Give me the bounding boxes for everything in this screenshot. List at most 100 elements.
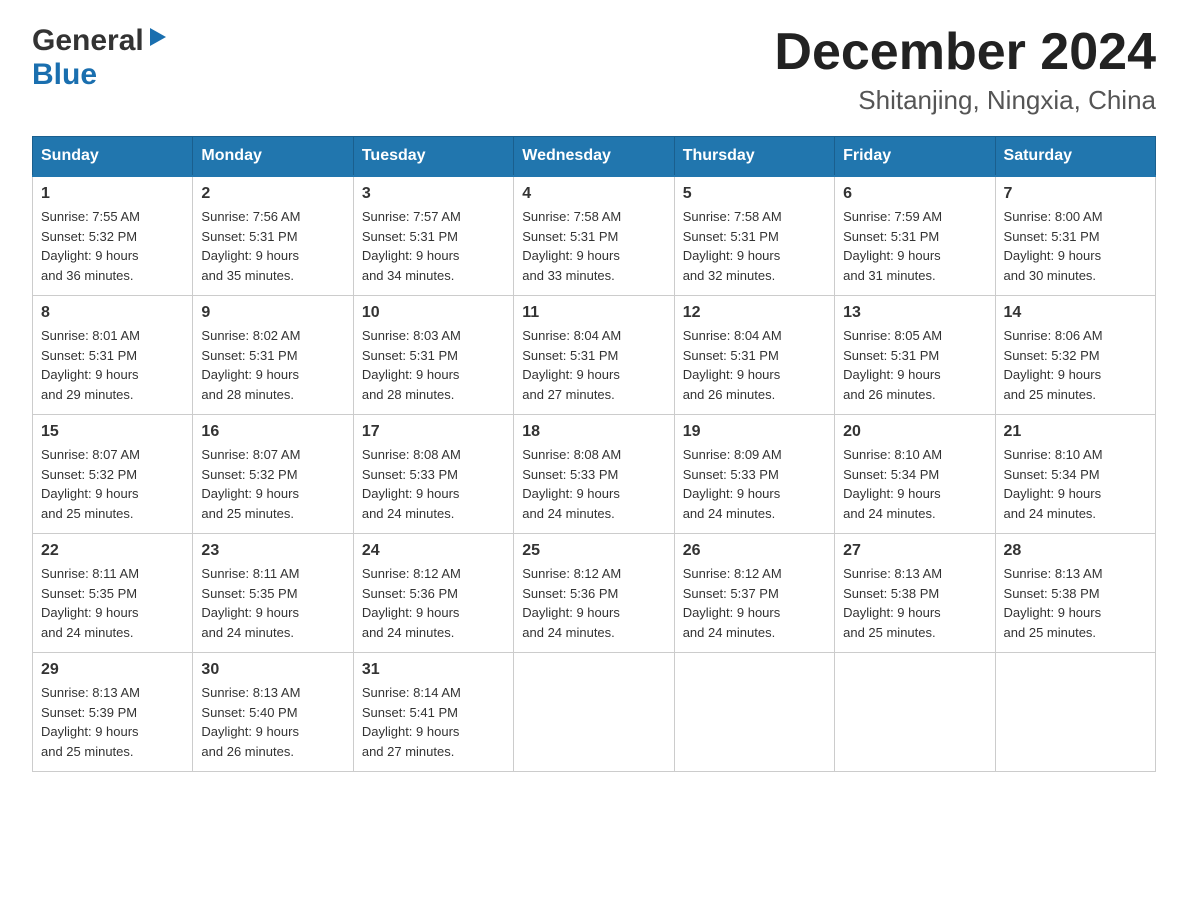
day-info: Sunrise: 7:56 AMSunset: 5:31 PMDaylight:… bbox=[201, 207, 344, 285]
logo-triangle-icon bbox=[146, 26, 168, 48]
daylight-label: Daylight: 9 hours bbox=[843, 367, 941, 382]
daylight-label: Daylight: 9 hours bbox=[683, 367, 781, 382]
day-info: Sunrise: 8:07 AMSunset: 5:32 PMDaylight:… bbox=[201, 445, 344, 523]
header-day-monday: Monday bbox=[193, 137, 353, 177]
day-number: 16 bbox=[201, 423, 344, 441]
daylight-minutes: and 27 minutes. bbox=[522, 387, 615, 402]
daylight-minutes: and 24 minutes. bbox=[522, 506, 615, 521]
daylight-label: Daylight: 9 hours bbox=[843, 486, 941, 501]
daylight-minutes: and 29 minutes. bbox=[41, 387, 134, 402]
calendar-cell: 12Sunrise: 8:04 AMSunset: 5:31 PMDayligh… bbox=[674, 296, 834, 415]
sunrise-label: Sunrise: 8:08 AM bbox=[522, 447, 621, 462]
daylight-label: Daylight: 9 hours bbox=[201, 367, 299, 382]
daylight-label: Daylight: 9 hours bbox=[41, 486, 139, 501]
daylight-minutes: and 25 minutes. bbox=[201, 506, 294, 521]
daylight-minutes: and 24 minutes. bbox=[683, 506, 776, 521]
day-number: 26 bbox=[683, 542, 826, 560]
calendar-cell: 26Sunrise: 8:12 AMSunset: 5:37 PMDayligh… bbox=[674, 534, 834, 653]
day-number: 19 bbox=[683, 423, 826, 441]
calendar-cell: 16 Sunrise: 8:07 AMSunset: 5:32 PMDayligh… bbox=[193, 415, 353, 534]
calendar-cell: 22Sunrise: 8:11 AMSunset: 5:35 PMDayligh… bbox=[33, 534, 193, 653]
day-number: 22 bbox=[41, 542, 184, 560]
daylight-minutes: and 25 minutes. bbox=[1004, 625, 1097, 640]
sunrise-label: Sunrise: 8:12 AM bbox=[362, 566, 461, 581]
sunrise-label: Sunrise: 7:58 AM bbox=[522, 209, 621, 224]
sunrise-label: Sunrise: 8:10 AM bbox=[843, 447, 942, 462]
sunset-label: Sunset: 5:35 PM bbox=[201, 586, 297, 601]
calendar-cell: 28Sunrise: 8:13 AMSunset: 5:38 PMDayligh… bbox=[995, 534, 1155, 653]
sunrise-label: Sunrise: 7:58 AM bbox=[683, 209, 782, 224]
daylight-label: Daylight: 9 hours bbox=[362, 248, 460, 263]
calendar-cell: 13Sunrise: 8:05 AMSunset: 5:31 PMDayligh… bbox=[835, 296, 995, 415]
calendar-cell: 25Sunrise: 8:12 AMSunset: 5:36 PMDayligh… bbox=[514, 534, 674, 653]
day-info: Sunrise: 7:57 AMSunset: 5:31 PMDaylight:… bbox=[362, 207, 505, 285]
daylight-minutes: and 24 minutes. bbox=[362, 625, 455, 640]
sunrise-label: Sunrise: 8:12 AM bbox=[683, 566, 782, 581]
daylight-label: Daylight: 9 hours bbox=[41, 724, 139, 739]
day-info: Sunrise: 8:10 AMSunset: 5:34 PMDaylight:… bbox=[1004, 445, 1147, 523]
sunset-label: Sunset: 5:41 PM bbox=[362, 705, 458, 720]
daylight-minutes: and 33 minutes. bbox=[522, 268, 615, 283]
daylight-minutes: and 24 minutes. bbox=[362, 506, 455, 521]
day-info: Sunrise: 8:06 AMSunset: 5:32 PMDaylight:… bbox=[1004, 326, 1147, 404]
day-number: 29 bbox=[41, 661, 184, 679]
sunrise-label: Sunrise: 8:13 AM bbox=[843, 566, 942, 581]
title-block: December 2024 Shitanjing, Ningxia, China bbox=[774, 24, 1156, 116]
page-header: General Blue December 2024 Shitanjing, N… bbox=[32, 24, 1156, 116]
sunset-label: Sunset: 5:40 PM bbox=[201, 705, 297, 720]
calendar-cell: 1Sunrise: 7:55 AMSunset: 5:32 PMDaylight… bbox=[33, 176, 193, 296]
header-row: SundayMondayTuesdayWednesdayThursdayFrid… bbox=[33, 137, 1156, 177]
daylight-minutes: and 34 minutes. bbox=[362, 268, 455, 283]
calendar-header: SundayMondayTuesdayWednesdayThursdayFrid… bbox=[33, 137, 1156, 177]
daylight-label: Daylight: 9 hours bbox=[201, 248, 299, 263]
sunrise-label: Sunrise: 8:00 AM bbox=[1004, 209, 1103, 224]
day-number: 4 bbox=[522, 185, 665, 203]
day-info: Sunrise: 8:02 AMSunset: 5:31 PMDaylight:… bbox=[201, 326, 344, 404]
sunset-label: Sunset: 5:38 PM bbox=[1004, 586, 1100, 601]
sunset-label: Sunset: 5:35 PM bbox=[41, 586, 137, 601]
calendar-cell: 29Sunrise: 8:13 AMSunset: 5:39 PMDayligh… bbox=[33, 653, 193, 772]
day-info: Sunrise: 8:13 AM Sunset: 5:38 PM Daylight:… bbox=[843, 564, 986, 642]
sunset-label: Sunset: 5:32 PM bbox=[1004, 348, 1100, 363]
sunset-label: Sunset: 5:36 PM bbox=[522, 586, 618, 601]
daylight-label: Daylight: 9 hours bbox=[41, 605, 139, 620]
day-number: 23 bbox=[201, 542, 344, 560]
sunrise-label: Sunrise: 8:14 AM bbox=[362, 685, 461, 700]
day-number: 20 bbox=[843, 423, 986, 441]
calendar-cell: 11Sunrise: 8:04 AMSunset: 5:31 PMDayligh… bbox=[514, 296, 674, 415]
calendar-cell: 15Sunrise: 8:07 AMSunset: 5:32 PMDayligh… bbox=[33, 415, 193, 534]
daylight-minutes: and 35 minutes. bbox=[201, 268, 294, 283]
sunset-label: Sunset: 5:37 PM bbox=[683, 586, 779, 601]
sunrise-label: Sunrise: 8:02 AM bbox=[201, 328, 300, 343]
day-info: Sunrise: 8:01 AMSunset: 5:31 PMDaylight:… bbox=[41, 326, 184, 404]
sunset-label: Sunset: 5:31 PM bbox=[41, 348, 137, 363]
calendar-cell: 31Sunrise: 8:14 AMSunset: 5:41 PMDayligh… bbox=[353, 653, 513, 772]
header-day-sunday: Sunday bbox=[33, 137, 193, 177]
calendar-cell bbox=[995, 653, 1155, 772]
sunrise-label: Sunrise: 8:07 AM bbox=[41, 447, 140, 462]
day-info: Sunrise: 8:04 AMSunset: 5:31 PMDaylight:… bbox=[683, 326, 826, 404]
sunset-label: Sunset: 5:31 PM bbox=[683, 348, 779, 363]
day-info: Sunrise: 7:58 AMSunset: 5:31 PMDaylight:… bbox=[683, 207, 826, 285]
daylight-label: Daylight: 9 hours bbox=[362, 486, 460, 501]
calendar-cell: 5Sunrise: 7:58 AMSunset: 5:31 PMDaylight… bbox=[674, 176, 834, 296]
sunset-label: Sunset: 5:31 PM bbox=[1004, 229, 1100, 244]
sunrise-label: Sunrise: 8:07 AM bbox=[201, 447, 300, 462]
day-number: 31 bbox=[362, 661, 505, 679]
sunset-label: Sunset: 5:38 PM bbox=[843, 586, 939, 601]
week-row-3: 15Sunrise: 8:07 AMSunset: 5:32 PMDayligh… bbox=[33, 415, 1156, 534]
day-number: 9 bbox=[201, 304, 344, 322]
daylight-label: Daylight: 9 hours bbox=[1004, 248, 1102, 263]
day-number: 2 bbox=[201, 185, 344, 203]
day-info: Sunrise: 8:13 AMSunset: 5:38 PMDaylight:… bbox=[1004, 564, 1147, 642]
daylight-label: Daylight: 9 hours bbox=[843, 605, 941, 620]
daylight-label: Daylight: 9 hours bbox=[522, 248, 620, 263]
daylight-label: Daylight: 9 hours bbox=[843, 248, 941, 263]
sunset-label: Sunset: 5:34 PM bbox=[843, 467, 939, 482]
daylight-minutes: and 24 minutes. bbox=[41, 625, 134, 640]
day-info: Sunrise: 8:05 AMSunset: 5:31 PMDaylight:… bbox=[843, 326, 986, 404]
day-number: 7 bbox=[1004, 185, 1147, 203]
calendar-cell: 3Sunrise: 7:57 AMSunset: 5:31 PMDaylight… bbox=[353, 176, 513, 296]
day-info: Sunrise: 7:55 AMSunset: 5:32 PMDaylight:… bbox=[41, 207, 184, 285]
daylight-minutes: and 26 minutes. bbox=[201, 744, 294, 759]
